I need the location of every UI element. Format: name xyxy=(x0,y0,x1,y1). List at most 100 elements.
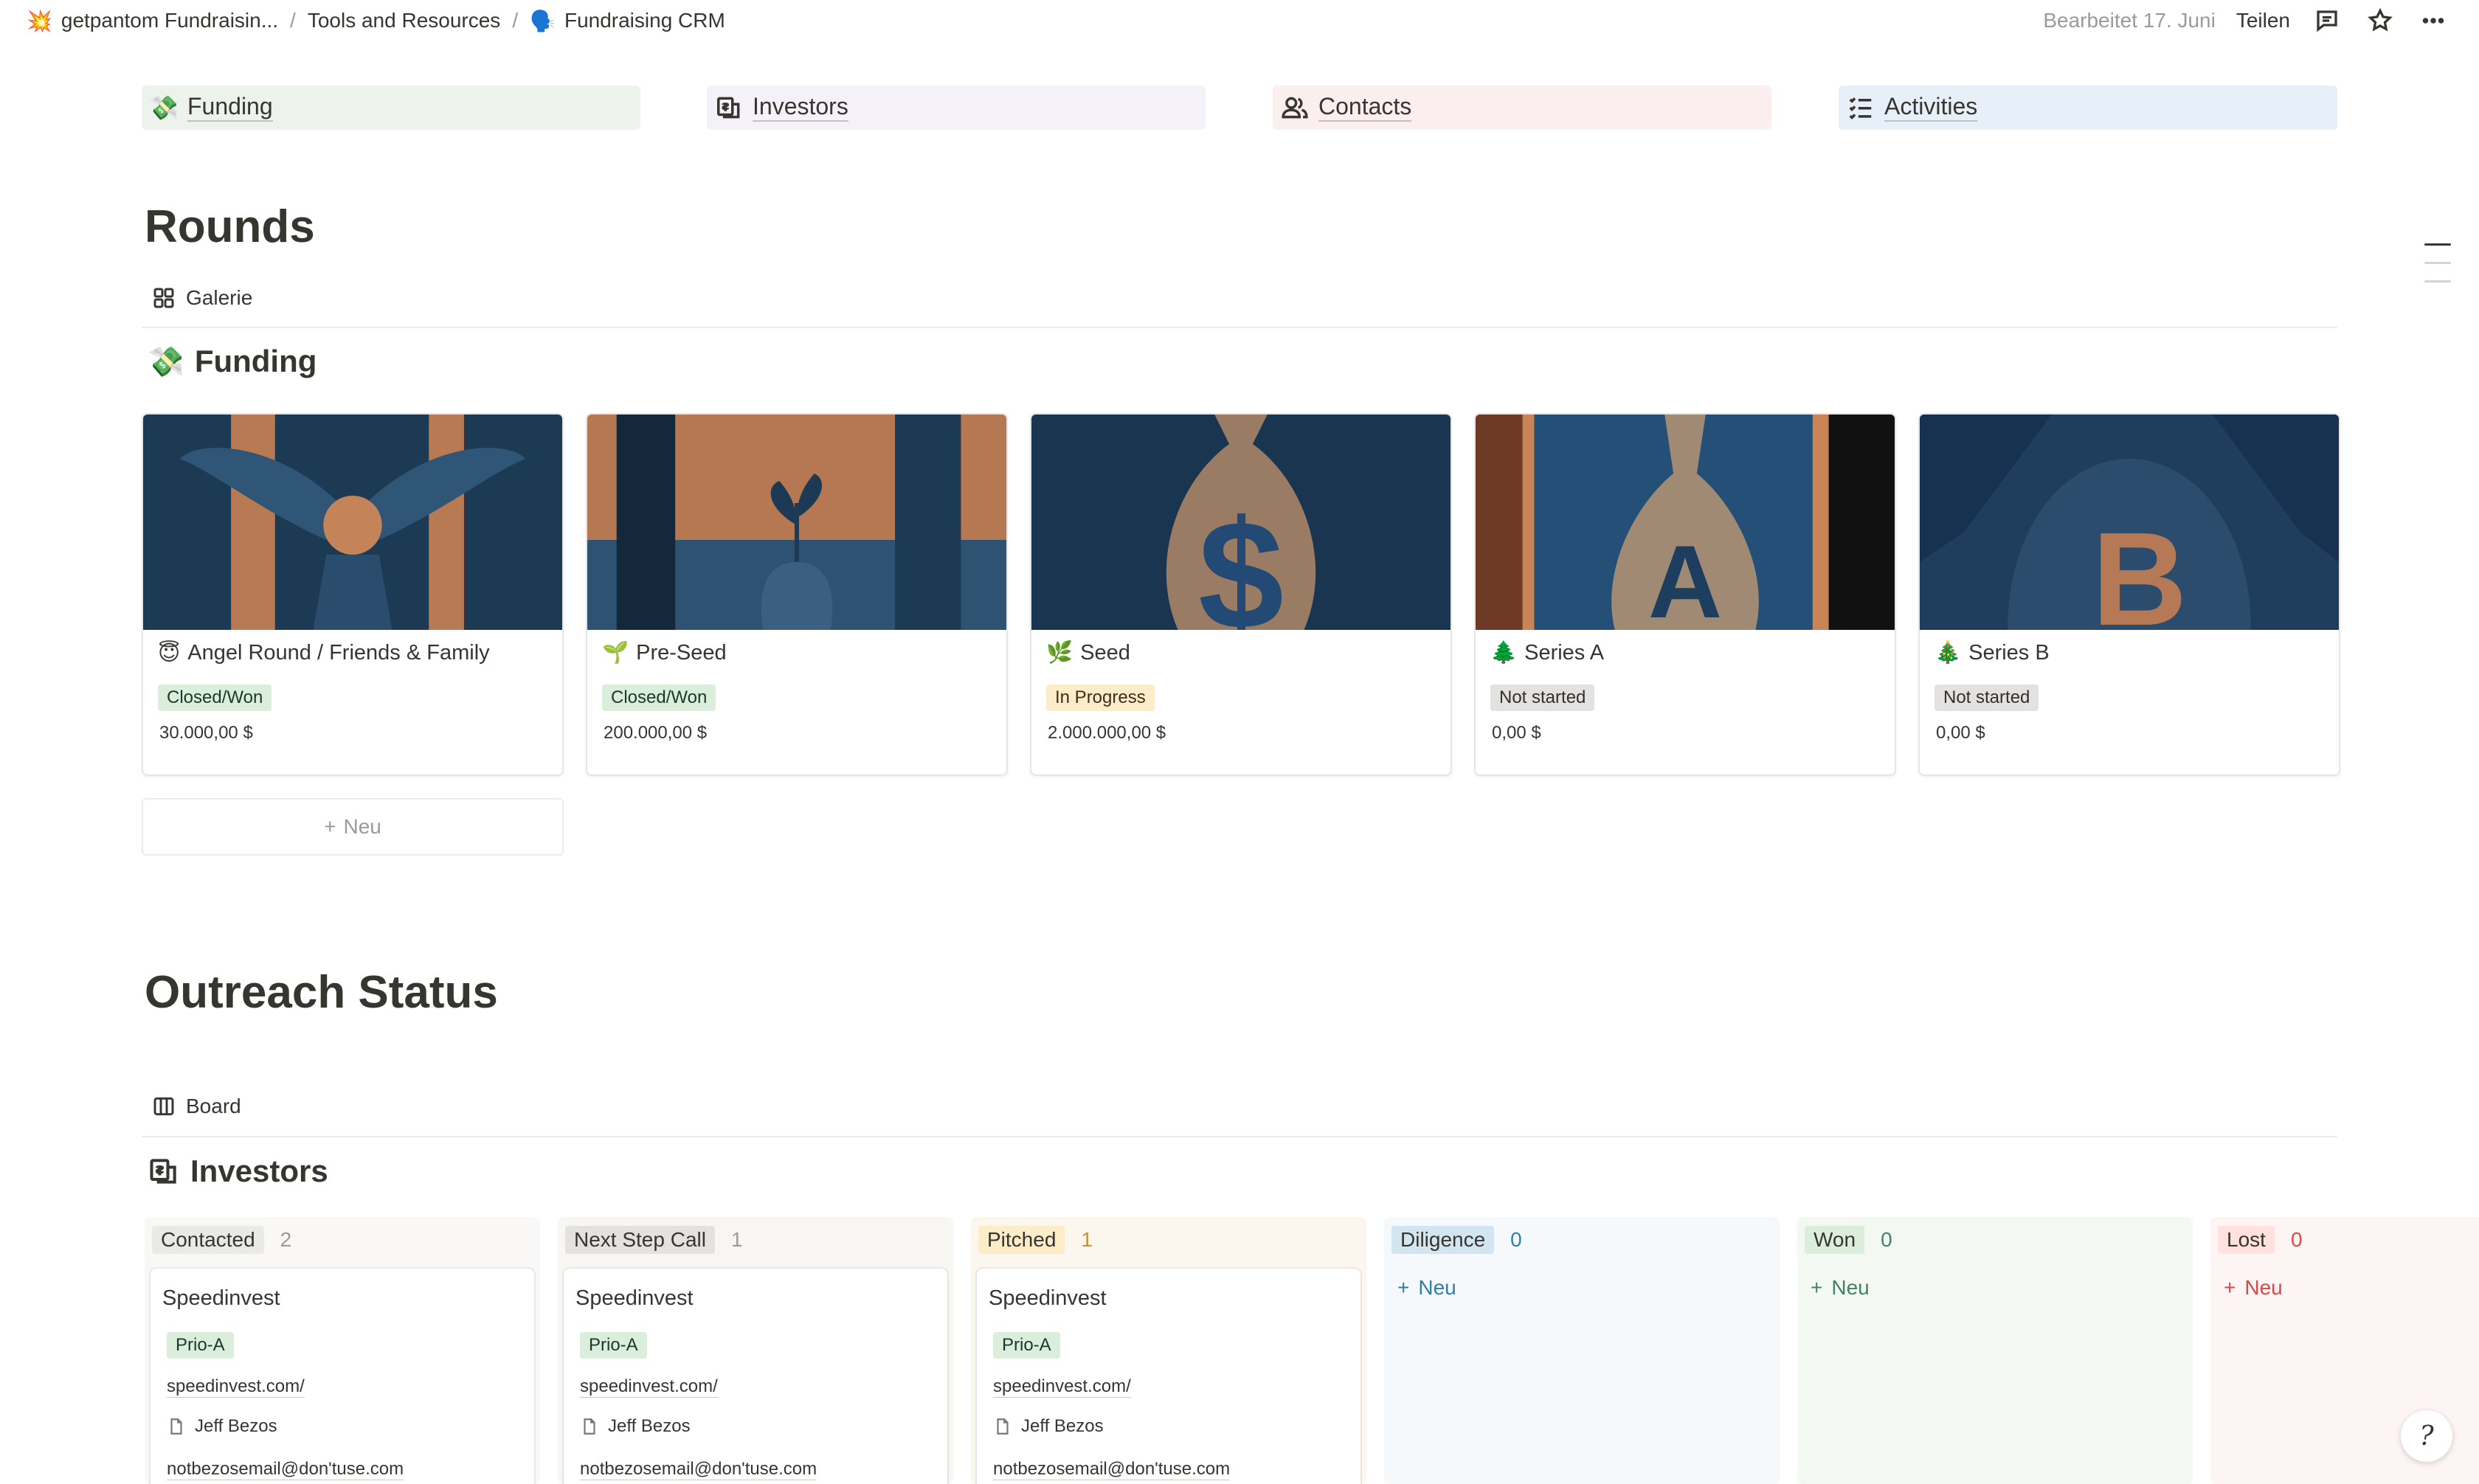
column-header[interactable]: Won 0 xyxy=(1805,1226,1892,1254)
board-icon xyxy=(153,1097,174,1116)
more-options-icon[interactable] xyxy=(2417,4,2449,37)
nav-link-investors[interactable]: Investors xyxy=(707,86,1206,130)
new-card-label: Neu xyxy=(343,815,381,838)
toc-mark-outreach[interactable] xyxy=(2424,262,2451,264)
gallery-card[interactable]: B 🎄 Series B Not started 0,00 $ xyxy=(1918,413,2340,776)
breadcrumb-workspace[interactable]: 💥 getpantom Fundraisin... xyxy=(27,9,278,33)
database-title-funding[interactable]: 💸 Funding xyxy=(148,344,317,379)
gallery-card[interactable]: $ 🌿 Seed In Progress 2.000.000,00 $ xyxy=(1030,413,1452,776)
database-title-label: Investors xyxy=(190,1154,328,1188)
view-tab-gallery[interactable]: Galerie xyxy=(152,286,252,310)
card-url-link[interactable]: speedinvest.com/ xyxy=(993,1376,1131,1398)
column-new-label: Neu xyxy=(1831,1276,1870,1299)
card-email-link[interactable]: notbezosemail@don'tuse.com xyxy=(580,1459,817,1480)
card-amount: 200.000,00 $ xyxy=(604,723,708,743)
people-icon xyxy=(1279,91,1311,124)
help-button[interactable]: ? xyxy=(2401,1410,2452,1462)
christmas-tree-emoji-icon: 🎄 xyxy=(1935,641,1962,665)
gallery-card[interactable]: A 🌲 Series A Not started 0,00 $ xyxy=(1474,413,1896,776)
comments-icon[interactable] xyxy=(2311,4,2343,37)
person-label: Jeff Bezos xyxy=(1021,1416,1104,1436)
board-card[interactable]: Speedinvest Prio-A speedinvest.com/ Jeff… xyxy=(977,1269,1360,1484)
board-card[interactable]: Speedinvest Prio-A speedinvest.com/ Jeff… xyxy=(151,1269,534,1484)
board-column-won: Won 0 + Neu xyxy=(1797,1217,2193,1484)
status-badge: Closed/Won xyxy=(158,684,272,711)
breadcrumb-parent[interactable]: Tools and Resources xyxy=(308,9,500,32)
page-emoji-icon: 🗣️ xyxy=(530,9,556,32)
column-new-button[interactable]: + Neu xyxy=(1811,1276,1870,1300)
toc-mark[interactable] xyxy=(2424,280,2451,282)
card-title-label: Angel Round / Friends & Family xyxy=(187,641,490,665)
card-amount: 2.000.000,00 $ xyxy=(1048,723,1166,743)
page-icon xyxy=(997,1418,1009,1435)
nav-link-activities[interactable]: Activities xyxy=(1839,86,2337,130)
plus-icon: + xyxy=(1811,1276,1823,1299)
breadcrumb-page-label: Fundraising CRM xyxy=(564,9,725,32)
breadcrumb-parent-label: Tools and Resources xyxy=(307,9,501,32)
star-icon[interactable] xyxy=(2364,4,2396,37)
column-header[interactable]: Next Step Call 1 xyxy=(565,1226,743,1254)
table-of-contents-outline[interactable] xyxy=(2424,243,2451,299)
column-header[interactable]: Contacted 2 xyxy=(152,1226,291,1254)
column-tag: Diligence xyxy=(1391,1226,1495,1254)
breadcrumb-separator: / xyxy=(290,9,296,32)
money-building-icon xyxy=(713,91,745,124)
column-tag: Pitched xyxy=(978,1226,1065,1254)
money-wings-icon: 💸 xyxy=(148,345,184,378)
column-count: 0 xyxy=(1881,1228,1892,1251)
card-name: Speedinvest xyxy=(575,1286,694,1310)
column-new-label: Neu xyxy=(1418,1276,1456,1299)
page-icon xyxy=(170,1418,182,1435)
toc-mark-rounds[interactable] xyxy=(2424,243,2451,246)
gallery-card[interactable]: 😇 Angel Round / Friends & Family Closed/… xyxy=(142,413,564,776)
view-tab-board[interactable]: Board xyxy=(152,1095,241,1118)
breadcrumb-separator: / xyxy=(512,9,519,32)
card-title: 🌲 Series A xyxy=(1490,640,1604,665)
person-label: Jeff Bezos xyxy=(195,1416,277,1436)
divider xyxy=(142,1136,2337,1137)
priority-badge: Prio-A xyxy=(167,1332,234,1359)
gallery-view: 😇 Angel Round / Friends & Family Closed/… xyxy=(142,413,2340,776)
board-card[interactable]: Speedinvest Prio-A speedinvest.com/ Jeff… xyxy=(564,1269,947,1484)
new-card-button[interactable]: + Neu xyxy=(142,798,564,856)
card-url-link[interactable]: speedinvest.com/ xyxy=(167,1376,305,1398)
nav-link-contacts[interactable]: Contacts xyxy=(1273,86,1771,130)
herb-emoji-icon: 🌿 xyxy=(1046,641,1073,665)
column-new-button[interactable]: + Neu xyxy=(1397,1276,1456,1300)
column-header[interactable]: Lost 0 xyxy=(2218,1226,2303,1254)
priority-badge: Prio-A xyxy=(993,1332,1060,1359)
card-title-label: Series A xyxy=(1524,640,1605,665)
checklist-icon xyxy=(1844,91,1877,124)
card-person-link[interactable]: Jeff Bezos xyxy=(580,1416,691,1437)
view-tab-label: Galerie xyxy=(186,286,253,309)
card-person-link[interactable]: Jeff Bezos xyxy=(167,1416,277,1437)
column-tag: Contacted xyxy=(152,1226,264,1254)
plus-icon: + xyxy=(1397,1276,1410,1299)
svg-text:A: A xyxy=(1648,524,1722,630)
card-url-link[interactable]: speedinvest.com/ xyxy=(580,1376,718,1398)
card-email-link[interactable]: notbezosemail@don'tuse.com xyxy=(167,1459,404,1480)
card-title-label: Pre-Seed xyxy=(636,640,727,665)
nav-link-funding[interactable]: 💸 Funding xyxy=(142,86,640,130)
column-count: 1 xyxy=(1081,1228,1093,1251)
top-bar: 💥 getpantom Fundraisin... / Tools and Re… xyxy=(0,0,2479,41)
nav-link-label: Investors xyxy=(753,94,848,122)
card-person-link[interactable]: Jeff Bezos xyxy=(993,1416,1104,1437)
board-column-next-step-call: Next Step Call 1 Speedinvest Prio-A spee… xyxy=(558,1217,953,1484)
share-button[interactable]: Teilen xyxy=(2236,9,2290,32)
money-building-icon xyxy=(150,1159,176,1184)
column-count: 1 xyxy=(730,1228,743,1251)
card-email-link[interactable]: notbezosemail@don'tuse.com xyxy=(993,1459,1231,1480)
column-header[interactable]: Pitched 1 xyxy=(978,1226,1093,1254)
column-new-button[interactable]: + Neu xyxy=(2224,1276,2283,1300)
gallery-card[interactable]: 🌱 Pre-Seed Closed/Won 200.000,00 $ xyxy=(586,413,1008,776)
breadcrumb: 💥 getpantom Fundraisin... / Tools and Re… xyxy=(27,6,725,35)
column-header[interactable]: Diligence 0 xyxy=(1391,1226,1522,1254)
card-title: 🎄 Series B xyxy=(1935,640,2050,665)
database-title-investors[interactable]: Investors xyxy=(148,1154,328,1189)
status-badge: Closed/Won xyxy=(602,684,716,711)
card-title-label: Seed xyxy=(1080,640,1130,665)
column-tag: Lost xyxy=(2218,1226,2275,1254)
status-badge: In Progress xyxy=(1046,684,1155,711)
breadcrumb-page[interactable]: 🗣️ Fundraising CRM xyxy=(530,9,725,33)
